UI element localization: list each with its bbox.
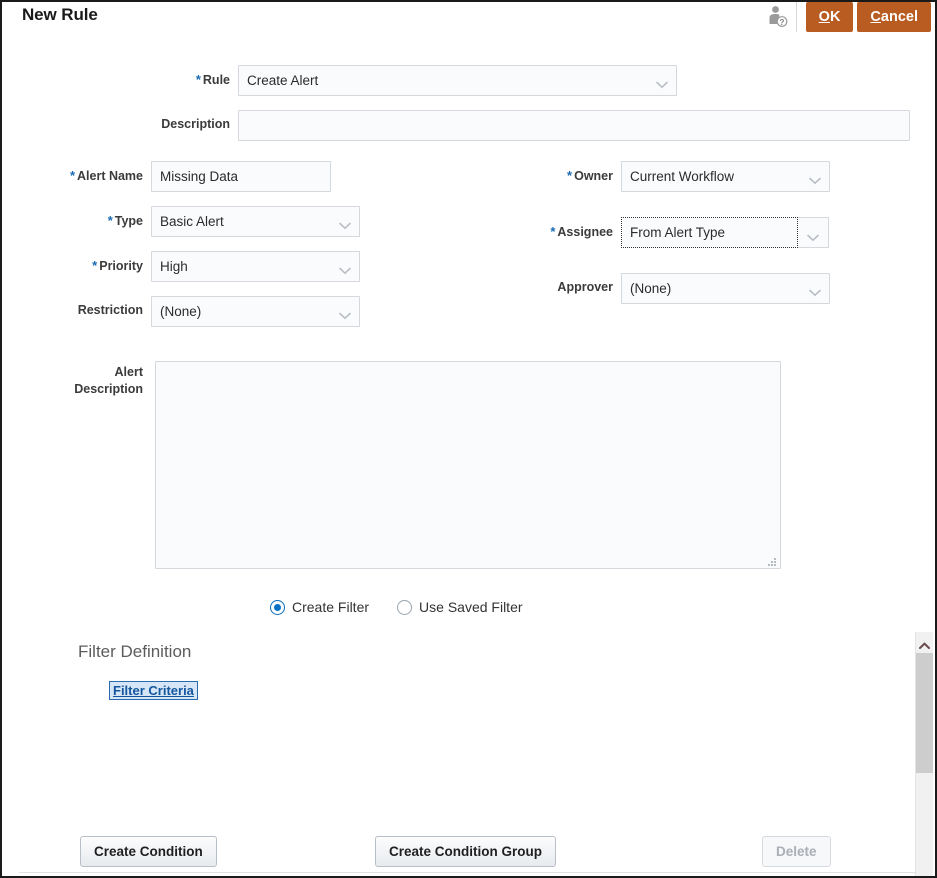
dialog-header: New Rule ? OK Cancel <box>2 2 935 34</box>
priority-label-text: Priority <box>99 259 143 273</box>
owner-label: *Owner <box>551 161 613 184</box>
assignee-value[interactable]: From Alert Type <box>621 217 798 248</box>
assignee-dropdown-button[interactable] <box>798 217 829 248</box>
create-condition-button[interactable]: Create Condition <box>80 836 217 867</box>
field-alert-description: Alert Description <box>70 361 781 569</box>
alert-description-label-line1: Alert <box>115 365 143 379</box>
field-approver: Approver (None) <box>544 273 830 304</box>
priority-label: *Priority <box>81 251 143 274</box>
alert-description-label-line2: Description <box>74 382 143 396</box>
alert-name-input[interactable] <box>151 161 331 192</box>
priority-value[interactable]: High <box>151 251 360 282</box>
cancel-accesskey: C <box>870 9 880 25</box>
rule-label: *Rule <box>180 65 230 88</box>
page-title: New Rule <box>22 5 98 25</box>
radio-create-filter[interactable]: Create Filter <box>270 599 369 615</box>
radio-use-saved-filter-indicator[interactable] <box>397 600 412 615</box>
field-description: Description <box>142 110 910 141</box>
ok-button[interactable]: OK <box>806 2 854 32</box>
alert-name-label: *Alert Name <box>54 161 143 184</box>
approver-value[interactable]: (None) <box>621 273 830 304</box>
user-help-icon[interactable]: ? <box>764 4 790 30</box>
radio-use-saved-filter-label: Use Saved Filter <box>419 599 522 615</box>
new-rule-dialog: New Rule ? OK Cancel *Rule Create Alert <box>0 0 937 878</box>
delete-button: Delete <box>762 836 831 867</box>
field-priority: *Priority High <box>81 251 360 282</box>
owner-value[interactable]: Current Workflow <box>621 161 830 192</box>
field-restriction: Restriction (None) <box>64 296 360 327</box>
field-rule: *Rule Create Alert <box>180 65 677 96</box>
owner-label-text: Owner <box>574 169 613 183</box>
scrollbar-thumb[interactable] <box>916 653 933 773</box>
required-marker: * <box>567 168 572 183</box>
type-dropdown[interactable]: Basic Alert <box>151 206 360 237</box>
alert-description-label: Alert Description <box>70 361 143 398</box>
rule-label-text: Rule <box>203 73 230 87</box>
restriction-label: Restriction <box>64 296 143 318</box>
description-label: Description <box>142 110 230 132</box>
filter-criteria-link[interactable]: Filter Criteria <box>109 681 198 700</box>
bottom-divider <box>19 872 916 873</box>
restriction-value[interactable]: (None) <box>151 296 360 327</box>
type-label-text: Type <box>115 214 143 228</box>
rule-value[interactable]: Create Alert <box>238 65 677 96</box>
restriction-dropdown[interactable]: (None) <box>151 296 360 327</box>
field-alert-name: *Alert Name <box>54 161 331 192</box>
alert-description-wrap <box>155 361 781 569</box>
type-value[interactable]: Basic Alert <box>151 206 360 237</box>
scrollbar-up-button[interactable] <box>916 632 933 651</box>
radio-create-filter-indicator[interactable] <box>270 600 285 615</box>
field-assignee: *Assignee From Alert Type <box>533 217 829 248</box>
filter-definition-title: Filter Definition <box>78 642 191 662</box>
rule-dropdown[interactable]: Create Alert <box>238 65 677 96</box>
description-input[interactable] <box>238 110 910 141</box>
header-actions: ? OK Cancel <box>764 2 935 32</box>
assignee-label: *Assignee <box>533 217 613 240</box>
field-type: *Type Basic Alert <box>97 206 360 237</box>
alert-description-textarea[interactable] <box>155 361 781 569</box>
filter-definition-scrollbar[interactable] <box>915 632 933 878</box>
required-marker: * <box>550 224 555 239</box>
required-marker: * <box>108 213 113 228</box>
ok-label-rest: K <box>830 9 840 25</box>
svg-text:?: ? <box>779 18 784 27</box>
required-marker: * <box>92 258 97 273</box>
ok-accesskey: O <box>819 9 830 25</box>
filter-mode-radio-group: Create Filter Use Saved Filter <box>270 599 523 615</box>
required-marker: * <box>70 168 75 183</box>
radio-use-saved-filter[interactable]: Use Saved Filter <box>397 599 522 615</box>
alert-name-label-text: Alert Name <box>77 169 143 183</box>
owner-dropdown[interactable]: Current Workflow <box>621 161 830 192</box>
assignee-label-text: Assignee <box>557 225 613 239</box>
cancel-label-rest: ancel <box>881 9 918 25</box>
create-condition-group-button[interactable]: Create Condition Group <box>375 836 556 867</box>
scrollbar-track[interactable] <box>916 773 933 878</box>
approver-label: Approver <box>544 273 613 295</box>
radio-create-filter-label: Create Filter <box>292 599 369 615</box>
chevron-down-icon <box>807 229 819 237</box>
priority-dropdown[interactable]: High <box>151 251 360 282</box>
assignee-lov: From Alert Type <box>621 217 829 248</box>
header-divider <box>796 2 797 32</box>
cancel-button[interactable]: Cancel <box>857 2 931 32</box>
field-owner: *Owner Current Workflow <box>551 161 830 192</box>
required-marker: * <box>196 72 201 87</box>
type-label: *Type <box>97 206 143 229</box>
approver-dropdown[interactable]: (None) <box>621 273 830 304</box>
